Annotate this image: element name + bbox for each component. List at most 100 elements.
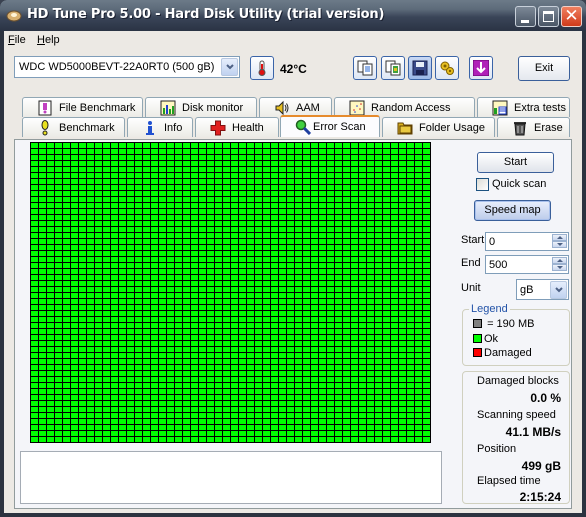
tab-erase[interactable]: Erase: [497, 117, 570, 137]
scan-block: [95, 167, 102, 172]
tab-aam[interactable]: AAM: [259, 97, 332, 117]
scan-block: [199, 257, 206, 262]
scan-block: [271, 317, 278, 322]
scan-block: [143, 281, 150, 286]
scan-block: [255, 377, 262, 382]
scan-block: [143, 335, 150, 340]
maximize-button[interactable]: [538, 6, 559, 27]
scan-block: [375, 413, 382, 418]
scan-block: [255, 185, 262, 190]
close-button[interactable]: ✕: [561, 6, 582, 27]
tab-error-scan[interactable]: Error Scan: [280, 115, 380, 137]
tab-folder-usage[interactable]: Folder Usage: [382, 117, 495, 137]
scan-block: [183, 155, 190, 160]
tab-file-benchmark[interactable]: File Benchmark: [22, 97, 143, 117]
menu-file[interactable]: File: [8, 34, 26, 46]
scan-block: [423, 221, 430, 226]
scan-block: [407, 215, 414, 220]
options-button[interactable]: [435, 56, 459, 80]
scan-block: [383, 245, 390, 250]
scan-block: [167, 341, 174, 346]
start-spinner[interactable]: [552, 234, 567, 249]
scan-block: [103, 293, 110, 298]
tab-extra-tests[interactable]: Extra tests: [477, 97, 570, 117]
download-button[interactable]: [469, 56, 493, 80]
scan-block: [127, 323, 134, 328]
save-button[interactable]: [408, 56, 432, 80]
scan-block: [79, 149, 86, 154]
scan-block: [271, 359, 278, 364]
speed-map-button[interactable]: Speed map: [474, 200, 551, 221]
scan-block: [239, 389, 246, 394]
scan-block: [159, 419, 166, 424]
scan-block: [311, 221, 318, 226]
spin-up-icon[interactable]: [552, 234, 567, 241]
scan-block: [71, 293, 78, 298]
scan-block: [415, 353, 422, 358]
title-bar[interactable]: HD Tune Pro 5.00 - Hard Disk Utility (tr…: [0, 0, 586, 31]
unit-dropdown-button[interactable]: [550, 281, 567, 299]
quick-scan-checkbox[interactable]: [476, 178, 489, 191]
tab-benchmark[interactable]: Benchmark: [22, 117, 125, 137]
scan-block: [359, 377, 366, 382]
end-spinner[interactable]: [552, 257, 567, 272]
scan-block: [319, 179, 326, 184]
scan-block: [183, 419, 190, 424]
scan-block: [199, 353, 206, 358]
scan-block: [279, 341, 286, 346]
drive-select[interactable]: WDC WD5000BEVT-22A0RT0 (500 gB): [14, 56, 240, 78]
exit-button[interactable]: Exit: [518, 56, 570, 81]
scan-block: [407, 233, 414, 238]
scan-block: [55, 161, 62, 166]
scan-block: [271, 371, 278, 376]
scan-block: [223, 281, 230, 286]
scan-block: [423, 305, 430, 310]
scan-block: [215, 425, 222, 430]
scan-block: [183, 173, 190, 178]
spin-down-icon[interactable]: [552, 264, 567, 271]
tab-random-access[interactable]: Random Access: [334, 97, 475, 117]
scan-block: [119, 215, 126, 220]
tab-info[interactable]: Info: [127, 117, 193, 137]
scan-block: [311, 149, 318, 154]
scan-block: [191, 413, 198, 418]
start-button[interactable]: Start: [477, 152, 554, 173]
scan-block: [199, 341, 206, 346]
scan-block: [407, 407, 414, 412]
legend-damaged: Damaged: [473, 347, 532, 359]
scan-block: [255, 317, 262, 322]
spin-down-icon[interactable]: [552, 241, 567, 248]
scan-block: [327, 419, 334, 424]
scan-block: [359, 251, 366, 256]
minimize-button[interactable]: [515, 6, 536, 27]
scan-block: [343, 317, 350, 322]
scan-block: [47, 179, 54, 184]
scan-block: [359, 161, 366, 166]
scan-block: [295, 347, 302, 352]
scan-block: [303, 347, 310, 352]
copy-screenshot-button[interactable]: [381, 56, 405, 80]
scan-block: [135, 365, 142, 370]
end-field[interactable]: 500: [485, 255, 569, 274]
spin-up-icon[interactable]: [552, 257, 567, 264]
scan-block: [31, 413, 38, 418]
scan-block: [383, 293, 390, 298]
scan-block: [319, 425, 326, 430]
scan-block: [335, 161, 342, 166]
menu-help[interactable]: Help: [37, 34, 60, 46]
drive-dropdown-button[interactable]: [221, 58, 238, 76]
temperature-button[interactable]: [250, 56, 274, 80]
unit-select[interactable]: gB: [516, 279, 569, 300]
scan-block: [407, 383, 414, 388]
scan-block: [415, 149, 422, 154]
tab-health[interactable]: Health: [195, 117, 279, 137]
scan-log[interactable]: [20, 451, 442, 504]
scan-block: [247, 425, 254, 430]
temperature-value: 42°C: [280, 62, 307, 76]
scan-block: [103, 143, 110, 148]
scan-block: [335, 245, 342, 250]
copy-text-button[interactable]: [353, 56, 377, 80]
tab-disk-monitor[interactable]: Disk monitor: [145, 97, 257, 117]
scan-block: [87, 431, 94, 436]
start-field[interactable]: 0: [485, 232, 569, 251]
